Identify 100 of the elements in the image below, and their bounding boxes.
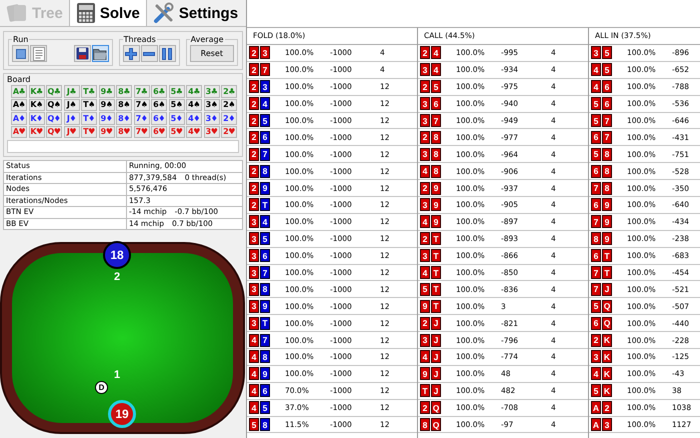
hand-card: K bbox=[602, 334, 612, 347]
card-button[interactable]: 2♣ bbox=[221, 85, 237, 98]
card-button[interactable]: T♣ bbox=[81, 85, 97, 98]
seat-number: 1 bbox=[114, 369, 120, 381]
hand-card: 6 bbox=[431, 97, 441, 110]
toolbar-button[interactable] bbox=[74, 45, 91, 62]
card-button[interactable]: 3♦ bbox=[204, 112, 220, 124]
card-button[interactable]: 6♠ bbox=[151, 98, 167, 111]
card-button[interactable]: 4♦ bbox=[186, 112, 202, 124]
card-button[interactable]: 9♠ bbox=[98, 98, 114, 111]
card-button[interactable]: 6♦ bbox=[151, 112, 167, 124]
card-button[interactable]: 8♠ bbox=[116, 98, 132, 111]
card-button[interactable]: J♦ bbox=[64, 112, 80, 124]
card-button[interactable]: 7♠ bbox=[134, 98, 150, 111]
toolbar-button[interactable] bbox=[12, 45, 29, 62]
card-button[interactable]: 3♥ bbox=[204, 126, 220, 138]
card-button[interactable]: 8♥ bbox=[116, 126, 132, 138]
hand-card: 7 bbox=[602, 114, 612, 127]
card-button[interactable]: T♦ bbox=[81, 112, 97, 124]
card-button[interactable]: 2♦ bbox=[221, 112, 237, 124]
card-button[interactable]: 7♦ bbox=[134, 112, 150, 124]
card-button[interactable]: A♥ bbox=[11, 126, 27, 138]
toolbar-button[interactable] bbox=[92, 45, 109, 62]
hand-card: 2 bbox=[249, 164, 259, 178]
card-button[interactable]: A♠ bbox=[11, 98, 27, 111]
hand-card: 2 bbox=[249, 148, 259, 161]
card-button[interactable]: J♣ bbox=[64, 85, 80, 98]
card-button[interactable]: J♥ bbox=[64, 126, 80, 138]
hand-card: T bbox=[602, 266, 612, 280]
card-button[interactable]: 6♣ bbox=[151, 85, 167, 98]
hand-card: 3 bbox=[602, 418, 612, 432]
hand-card: 6 bbox=[260, 249, 270, 262]
hand-card: 3 bbox=[249, 215, 259, 228]
card-button[interactable]: 6♥ bbox=[151, 126, 167, 138]
toolbar-button[interactable] bbox=[140, 45, 158, 62]
hand-card: T bbox=[602, 249, 612, 262]
card-button[interactable]: A♦ bbox=[11, 112, 27, 124]
card-button[interactable]: 3♠ bbox=[204, 98, 220, 111]
card-button[interactable]: 2♠ bbox=[221, 98, 237, 111]
toolbar-button[interactable] bbox=[122, 45, 140, 62]
card-button[interactable]: T♥ bbox=[81, 126, 97, 138]
card-button[interactable]: 7♥ bbox=[134, 126, 150, 138]
hand-card: 2 bbox=[249, 114, 259, 127]
hand-card: 3 bbox=[260, 46, 270, 60]
board-title: Board bbox=[7, 75, 32, 84]
card-button[interactable]: K♥ bbox=[28, 126, 44, 138]
card-button[interactable]: 5♣ bbox=[168, 85, 184, 98]
hand-card: T bbox=[420, 384, 430, 398]
hand-card: 6 bbox=[260, 384, 270, 398]
hand-card: 8 bbox=[602, 164, 612, 178]
hand-card: 5 bbox=[260, 232, 270, 246]
card-button[interactable]: Q♣ bbox=[46, 85, 62, 98]
hand-card: 3 bbox=[249, 266, 259, 280]
card-button[interactable]: 4♥ bbox=[186, 126, 202, 138]
card-button[interactable]: 7♣ bbox=[134, 85, 150, 98]
hand-card: 7 bbox=[591, 266, 601, 280]
hand-card: 8 bbox=[602, 148, 612, 161]
card-button[interactable]: A♣ bbox=[11, 85, 27, 98]
hand-card: 4 bbox=[591, 63, 601, 76]
tab[interactable]: Solve bbox=[68, 0, 147, 26]
hand-card: 3 bbox=[249, 282, 259, 296]
card-button[interactable]: 5♠ bbox=[168, 98, 184, 111]
hand-card: 4 bbox=[420, 266, 430, 280]
card-button[interactable]: K♠ bbox=[28, 98, 44, 111]
hand-card: 7 bbox=[260, 148, 270, 161]
toolbar-button[interactable] bbox=[158, 45, 176, 62]
hand-card: 4 bbox=[591, 80, 601, 94]
hand-card: 2 bbox=[249, 46, 259, 60]
document-icon bbox=[32, 46, 44, 60]
hand-card: K bbox=[602, 384, 612, 398]
card-button[interactable]: 9♣ bbox=[98, 85, 114, 98]
card-button[interactable]: Q♠ bbox=[46, 98, 62, 111]
hand-card: J bbox=[431, 316, 441, 330]
hand-card: T bbox=[260, 198, 270, 212]
card-button[interactable]: K♦ bbox=[28, 112, 44, 124]
save-icon bbox=[76, 47, 89, 60]
card-button[interactable]: 8♣ bbox=[116, 85, 132, 98]
card-button[interactable]: 4♣ bbox=[186, 85, 202, 98]
hand-card: 9 bbox=[420, 300, 430, 313]
card-button[interactable]: 4♠ bbox=[186, 98, 202, 111]
card-button[interactable]: J♠ bbox=[64, 98, 80, 111]
card-button[interactable]: 5♥ bbox=[168, 126, 184, 138]
card-button[interactable]: 3♣ bbox=[204, 85, 220, 98]
selected-cards-field[interactable] bbox=[7, 140, 239, 153]
card-button[interactable]: K♣ bbox=[28, 85, 44, 98]
stop-icon bbox=[16, 48, 26, 58]
card-button[interactable]: 9♥ bbox=[98, 126, 114, 138]
card-button[interactable]: 9♦ bbox=[98, 112, 114, 124]
group-title: Run bbox=[12, 35, 30, 44]
card-button[interactable]: 2♥ bbox=[221, 126, 237, 138]
hand-card: 7 bbox=[260, 334, 270, 347]
card-button[interactable]: Q♥ bbox=[46, 126, 62, 138]
reset-button[interactable]: Reset bbox=[190, 45, 234, 62]
card-button[interactable]: 5♦ bbox=[168, 112, 184, 124]
hand-card: 8 bbox=[431, 164, 441, 178]
card-button[interactable]: Q♦ bbox=[46, 112, 62, 124]
card-button[interactable]: 8♦ bbox=[116, 112, 132, 124]
card-button[interactable]: T♠ bbox=[81, 98, 97, 111]
hand-card: 4 bbox=[420, 215, 430, 228]
hand-card: 6 bbox=[602, 80, 612, 94]
